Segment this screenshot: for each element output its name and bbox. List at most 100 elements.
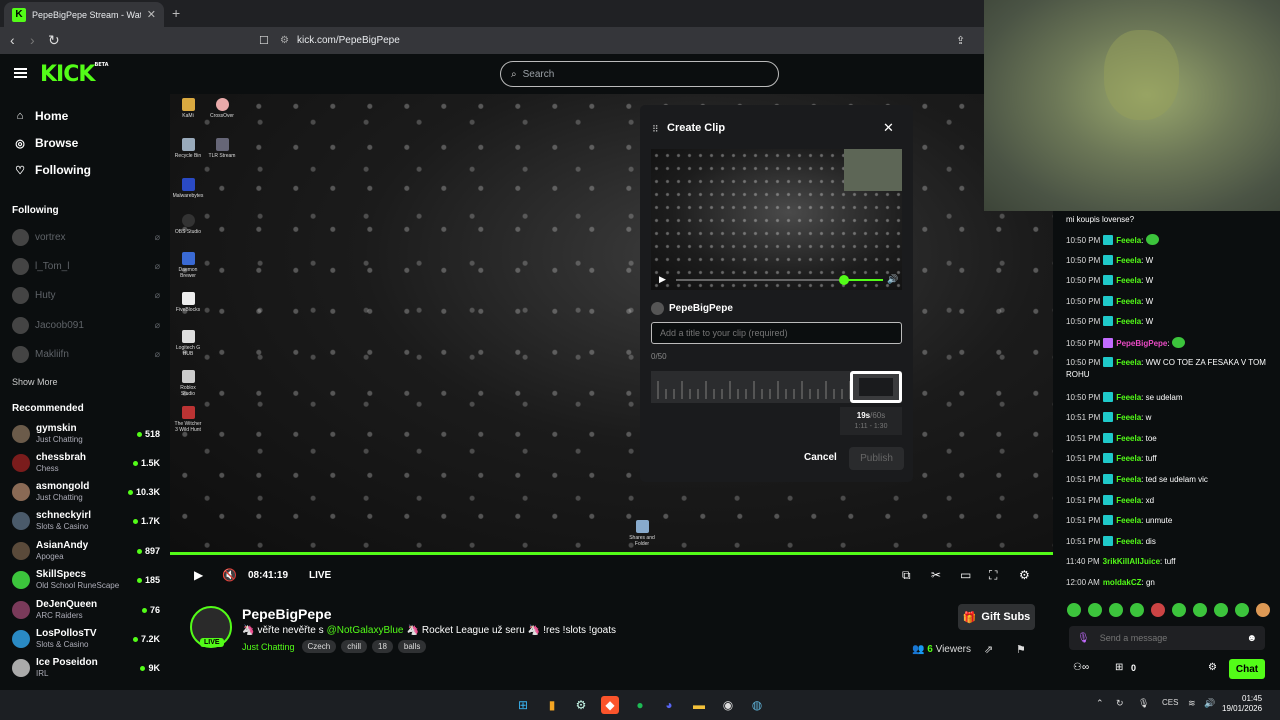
emote-icon[interactable] [1193,603,1207,617]
discord-icon[interactable]: ◕ [660,696,678,714]
following-channel[interactable]: Jacoob091 ⌀ [12,316,160,334]
title-mention-link[interactable]: @NotGalaxyBlue [327,625,404,636]
wifi-icon[interactable]: ≋ [1188,698,1196,709]
file-explorer-icon[interactable]: ▬ [690,696,708,714]
chat-settings-icon[interactable]: ⚙ [1208,662,1217,673]
streamer-name[interactable]: PepeBigPepe [242,606,331,622]
language-indicator[interactable]: CES [1162,698,1178,707]
chat-username[interactable]: Feeela [1116,256,1141,265]
publish-button[interactable]: Publish [849,447,904,470]
recommended-channel[interactable]: SkillSpecs Old School RuneScape 185 [12,567,160,593]
chat-username[interactable]: 3rikKillAllJuice [1103,557,1160,566]
emote-icon[interactable] [1151,603,1165,617]
close-tab-icon[interactable]: ✕ [147,8,156,21]
chat-input[interactable]: 🎙 ☻ [1069,626,1265,650]
file-pin-icon[interactable]: ▮ [543,696,561,714]
chat-username[interactable]: Feeela [1116,236,1141,245]
recommended-channel[interactable]: asmongold Just Chatting 10.3K [12,479,160,505]
reload-icon[interactable]: ↻ [48,32,60,49]
recommended-channel[interactable]: LosPollosTV Slots & Casino 7.2K [12,626,160,652]
emote-icon[interactable] [1130,603,1144,617]
new-tab-icon[interactable]: + [172,5,180,21]
windows-start-icon[interactable]: ⊞ [514,696,532,714]
chat-username[interactable]: Feeela [1116,454,1141,463]
recommended-channel[interactable]: gymskin Just Chatting 518 [12,421,160,447]
emote-icon[interactable] [1256,603,1270,617]
recommended-channel[interactable]: DeJenQueen ARC Raiders 76 [12,597,160,623]
chat-username[interactable]: moldakCZ [1103,578,1142,587]
chat-username[interactable]: Feeela [1116,317,1141,326]
brave-browser-icon[interactable]: ◆ [601,696,619,714]
back-icon[interactable]: ‹ [10,32,15,48]
recommended-channel[interactable]: Ice Poseidon IRL 9K [12,655,160,681]
url-field[interactable]: ⚙ kick.com/PepeBigPepe [280,31,980,50]
share-icon[interactable]: ⇗ [984,643,993,656]
speaker-icon[interactable]: 🔊 [887,274,898,285]
chat-username[interactable]: Feeela [1116,393,1141,402]
channel-points-icon[interactable]: ⚇∞ [1073,662,1089,673]
chat-username[interactable]: Feeela [1116,413,1141,422]
cancel-button[interactable]: Cancel [804,452,837,463]
tag[interactable]: balls [397,640,427,653]
theater-mode-icon[interactable]: ▭ [960,568,971,582]
pip-icon[interactable]: ⧉ [902,568,911,583]
following-channel[interactable]: Huty ⌀ [12,286,160,304]
obs-icon[interactable]: ◉ [719,696,737,714]
tag[interactable]: 18 [372,640,393,653]
drag-handle-icon[interactable]: ⠿ [652,124,659,135]
sidebar-item-browse[interactable]: ◎ Browse [14,136,78,150]
app-icon[interactable]: ◍ [748,696,766,714]
live-progress-bar[interactable] [170,552,1053,555]
video-player[interactable]: KaMi CrossOver Recycle Bin TLR Stream Ma… [170,94,1053,554]
following-channel[interactable]: Makliifn ⌀ [12,345,160,363]
volume-icon[interactable]: 🔊 [1204,698,1215,709]
store-icon[interactable]: ⊞ [1115,662,1123,673]
steam-icon[interactable]: ⚙ [572,696,590,714]
system-clock[interactable]: 01:45 19/01/2026 [1222,694,1262,714]
emote-icon[interactable] [1172,603,1186,617]
clip-seek-bar[interactable] [676,279,856,281]
share-page-icon[interactable]: ⇪ [956,34,965,47]
sidebar-item-following[interactable]: ♡ Following [14,163,91,177]
clip-title-input[interactable] [651,322,902,344]
chat-username[interactable]: Feeela [1116,297,1141,306]
recommended-channel[interactable]: chessbrah Chess 1.5K [12,450,160,476]
mute-icon[interactable]: 🔇 [222,568,237,582]
tag[interactable]: chill [341,640,367,653]
gift-subs-button[interactable]: 🎁 Gift Subs [958,604,1035,630]
fullscreen-icon[interactable]: ⛶ [989,568,997,583]
clip-preview[interactable] [651,149,902,290]
site-info-icon[interactable]: ⚙ [280,35,289,46]
recommended-channel[interactable]: AsianAndy Apogea 897 [12,538,160,564]
emoji-icon[interactable]: ☻ [1246,633,1257,644]
settings-icon[interactable]: ⚙ [1019,568,1030,582]
play-icon[interactable]: ▶ [194,568,203,582]
volume-slider[interactable] [839,275,850,285]
clip-range-handle[interactable] [850,371,902,403]
tray-chevron-icon[interactable]: ⌃ [1096,698,1104,709]
play-icon[interactable]: ▶ [659,274,666,285]
category-link[interactable]: Just Chatting [242,642,295,652]
emote-icon[interactable] [1214,603,1228,617]
tray-app-icon[interactable]: ↻ [1116,698,1124,709]
following-channel[interactable]: l_Tom_l ⌀ [12,257,160,275]
search-input[interactable]: ⌕ Search [500,61,779,87]
chat-username[interactable]: Feeela [1116,276,1141,285]
clip-icon[interactable]: ✂ [931,568,941,582]
following-channel[interactable]: vortrex ⌀ [12,228,160,246]
emote-icon[interactable] [1067,603,1081,617]
show-more-link[interactable]: Show More [12,377,58,387]
bookmark-icon[interactable]: ☐ [259,34,269,47]
menu-icon[interactable] [14,68,27,78]
chat-username[interactable]: Feeela [1116,496,1141,505]
report-icon[interactable]: ⚑ [1016,643,1026,656]
spotify-icon[interactable]: ● [631,696,649,714]
chat-username[interactable]: Feeela [1116,537,1141,546]
tag[interactable]: Czech [301,640,337,653]
chat-username[interactable]: Feeela [1116,358,1141,367]
emote-icon[interactable] [1088,603,1102,617]
chat-username[interactable]: PepeBigPepe [1116,339,1167,348]
chat-username[interactable]: Feeela [1116,475,1141,484]
chat-send-button[interactable]: Chat [1229,659,1265,679]
recommended-channel[interactable]: schneckyirl Slots & Casino 1.7K [12,508,160,534]
